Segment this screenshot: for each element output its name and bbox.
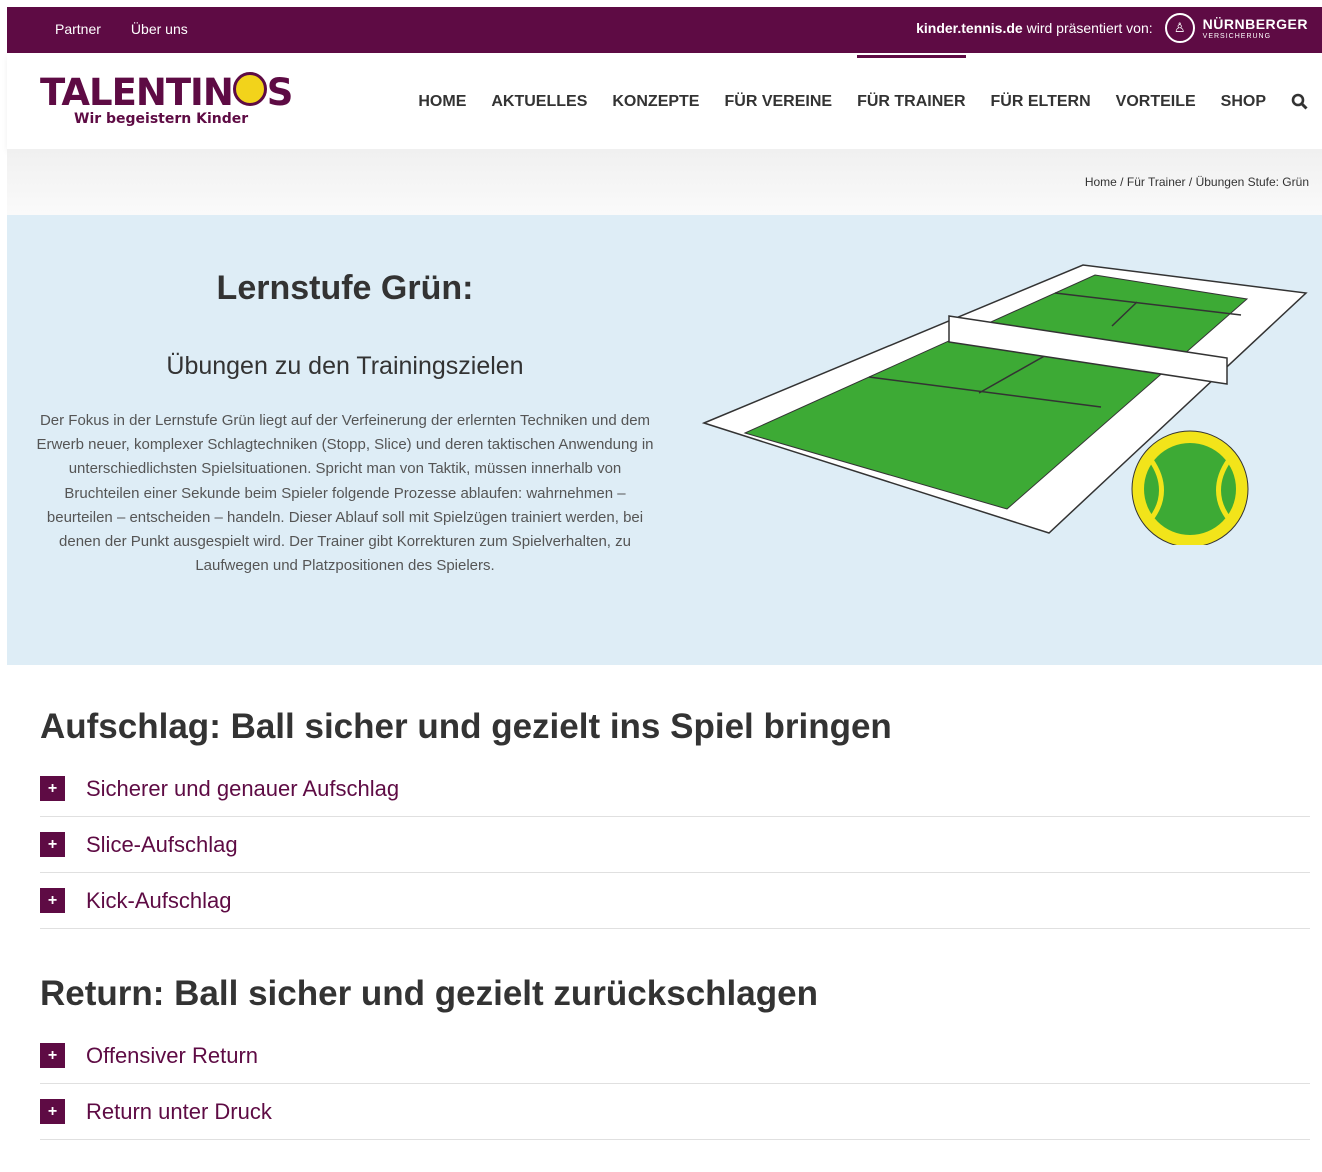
talentinos-logo[interactable]: TALENTIN S Wir begeistern Kinder <box>40 71 294 127</box>
accordion-item[interactable]: + Return unter Druck <box>40 1084 1310 1140</box>
nav-aktuelles[interactable]: AKTUELLES <box>491 93 587 115</box>
hero-section: Lernstufe Grün: Übungen zu den Trainings… <box>7 215 1322 665</box>
accordion-item[interactable]: + Slice-Aufschlag <box>40 817 1310 873</box>
section-title-return: Return: Ball sicher und gezielt zurücksc… <box>40 974 818 1013</box>
section-title-aufschlag: Aufschlag: Ball sicher und gezielt ins S… <box>40 707 892 746</box>
breadcrumb-fuer-trainer[interactable]: Für Trainer <box>1127 175 1186 189</box>
accordion-label[interactable]: Slice-Aufschlag <box>86 832 238 858</box>
accordion-return: + Offensiver Return + Return unter Druck <box>40 1028 1310 1140</box>
domain-label: kinder.tennis.de <box>916 20 1023 36</box>
logo-word-start: TALENTIN <box>40 71 234 114</box>
accordion-label[interactable]: Sicherer und genauer Aufschlag <box>86 776 399 802</box>
breadcrumb-home[interactable]: Home <box>1085 175 1117 189</box>
hero-description: Der Fokus in der Lernstufe Grün liegt au… <box>36 412 654 575</box>
logo-word-end: S <box>266 71 294 114</box>
accordion-item[interactable]: + Sicherer und genauer Aufschlag <box>40 761 1310 817</box>
nav-home[interactable]: HOME <box>418 93 466 115</box>
sponsor-emblem-icon: ♙ <box>1164 13 1195 43</box>
nav-fuer-eltern[interactable]: FÜR ELTERN <box>991 93 1091 115</box>
breadcrumb: Home / Für Trainer / Übungen Stufe: Grün <box>1085 175 1309 189</box>
partner-link[interactable]: Partner <box>55 21 101 37</box>
plus-icon[interactable]: + <box>40 1099 65 1124</box>
nav-vorteile[interactable]: VORTEILE <box>1116 93 1196 115</box>
plus-icon[interactable]: + <box>40 1043 65 1068</box>
nav-konzepte[interactable]: KONZEPTE <box>612 93 699 115</box>
sponsor-sub: VERSICHERUNG <box>1202 32 1272 40</box>
main-nav: HOME AKTUELLES KONZEPTE FÜR VEREINE FÜR … <box>418 55 1308 115</box>
accordion-label[interactable]: Offensiver Return <box>86 1043 258 1069</box>
ueber-uns-link[interactable]: Über uns <box>131 21 188 37</box>
breadcrumb-separator: / <box>1120 175 1124 189</box>
top-bar: Partner Über uns kinder.tennis.de wird p… <box>7 7 1322 53</box>
accordion-item[interactable]: + Kick-Aufschlag <box>40 873 1310 929</box>
presented-label: wird präsentiert von: <box>1026 20 1153 36</box>
sponsor-logo[interactable]: ♙ NÜRNBERGER VERSICHERUNG <box>1164 13 1308 43</box>
breadcrumb-separator: / <box>1188 175 1193 189</box>
logo-tagline: Wir begeistern Kinder <box>74 111 249 127</box>
breadcrumb-current: Übungen Stufe: Grün <box>1195 175 1309 189</box>
search-icon[interactable] <box>1291 93 1308 115</box>
plus-icon[interactable]: + <box>40 832 65 857</box>
accordion-aufschlag: + Sicherer und genauer Aufschlag + Slice… <box>40 761 1310 929</box>
tennis-court-illustration <box>701 264 1308 545</box>
accordion-label[interactable]: Return unter Druck <box>86 1099 272 1125</box>
sponsor-name: NÜRNBERGER <box>1202 15 1308 32</box>
plus-icon[interactable]: + <box>40 888 65 913</box>
nav-shop[interactable]: SHOP <box>1221 93 1266 115</box>
main-header: TALENTIN S Wir begeistern Kinder HOME AKT… <box>7 53 1322 149</box>
plus-icon[interactable]: + <box>40 776 65 801</box>
accordion-item[interactable]: + Offensiver Return <box>40 1028 1310 1084</box>
nav-fuer-trainer[interactable]: FÜR TRAINER <box>857 55 966 115</box>
hero-subtitle: Übungen zu den Trainingszielen <box>166 352 524 380</box>
hero-title: Lernstufe Grün: <box>216 269 474 307</box>
tennis-ball-icon <box>232 72 267 106</box>
breadcrumb-bar: Home / Für Trainer / Übungen Stufe: Grün <box>7 149 1322 215</box>
nav-fuer-vereine[interactable]: FÜR VEREINE <box>724 93 832 115</box>
page: Partner Über uns kinder.tennis.de wird p… <box>7 7 1322 1172</box>
main-content: Aufschlag: Ball sicher und gezielt ins S… <box>40 707 1310 1140</box>
accordion-label[interactable]: Kick-Aufschlag <box>86 888 232 914</box>
